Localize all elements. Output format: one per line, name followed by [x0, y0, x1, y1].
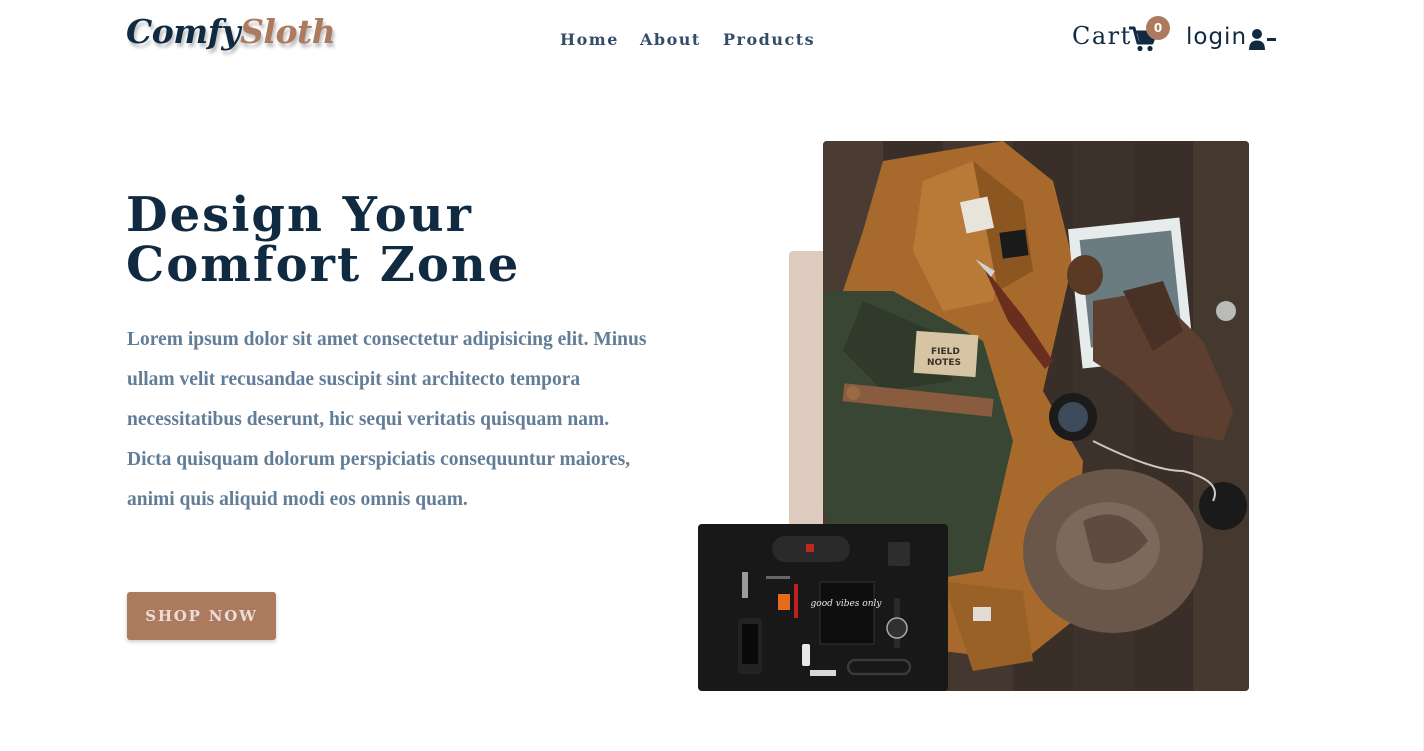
user-minus-icon[interactable] — [1249, 29, 1276, 50]
cart-link[interactable]: Cart — [1072, 22, 1132, 50]
hero-title: Design Your Comfort Zone — [126, 190, 646, 290]
hero-description: Lorem ipsum dolor sit amet consectetur a… — [127, 329, 647, 510]
hero-small-image: good vibes only — [698, 524, 948, 691]
cart-count-badge: 0 — [1146, 16, 1170, 40]
flatlay-gadgets-illustration: good vibes only — [698, 524, 948, 691]
hero-title-line-1: Design Your — [126, 187, 473, 243]
logo-part-sloth: Sloth — [240, 12, 336, 51]
login-button[interactable]: login — [1186, 24, 1247, 50]
nav-link-home[interactable]: Home — [560, 30, 619, 49]
field-notes-line-2: NOTES — [927, 358, 961, 368]
field-notes-line-1: FIELD — [931, 347, 960, 357]
shop-now-button[interactable]: SHOP NOW — [127, 592, 276, 640]
notebook-lettering: good vibes only — [811, 599, 883, 609]
nav-link-products[interactable]: Products — [723, 30, 815, 49]
logo-part-comfy: Comfy — [126, 12, 241, 51]
navbar: ComfySloth Home About Products Cart 0 lo… — [0, 0, 1424, 80]
hero-title-line-2: Comfort Zone — [126, 237, 521, 293]
logo[interactable]: ComfySloth — [126, 12, 336, 51]
nav-link-about[interactable]: About — [640, 30, 701, 49]
